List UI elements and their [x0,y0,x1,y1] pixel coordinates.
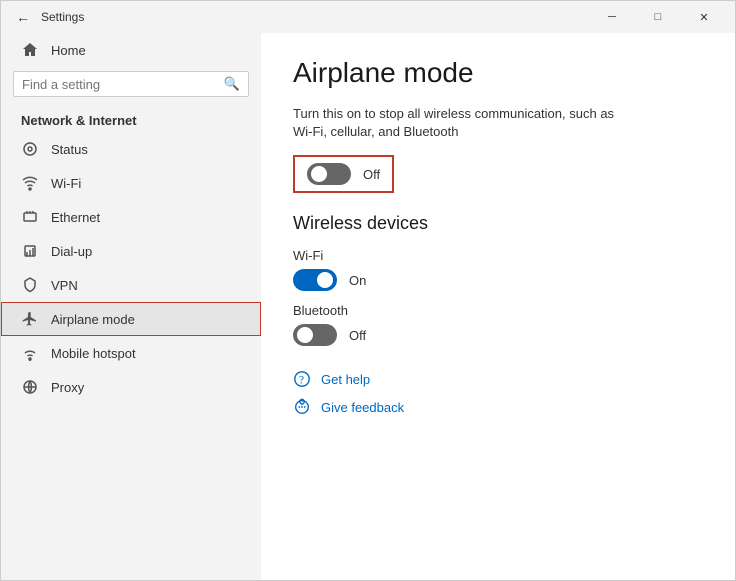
airplane-toggle-label: Off [363,167,380,182]
section-label: Network & Internet [1,105,261,132]
main-area: Home 🔍 Network & Internet Status [1,33,735,580]
bluetooth-device-name: Bluetooth [293,303,703,318]
title-bar: ← Settings ─ □ ✕ [1,1,735,33]
maximize-button[interactable]: □ [635,1,681,33]
help-section: ? Get help [293,370,703,416]
hotspot-icon [21,344,39,362]
give-feedback-icon [293,398,311,416]
status-icon [21,140,39,158]
window-title: Settings [41,10,589,24]
search-icon: 🔍 [224,76,240,92]
vpn-icon [21,276,39,294]
search-input[interactable] [22,77,224,92]
bluetooth-device: Bluetooth Off [293,303,703,346]
bluetooth-toggle-label: Off [349,328,366,343]
wifi-toggle[interactable] [293,269,337,291]
wifi-toggle-row: On [293,269,703,291]
sidebar-item-proxy[interactable]: Proxy [1,370,261,404]
settings-window: ← Settings ─ □ ✕ Home 🔍 [0,0,736,581]
dialup-icon [21,242,39,260]
give-feedback-link[interactable]: Give feedback [293,398,703,416]
get-help-label: Get help [321,372,370,387]
window-controls: ─ □ ✕ [589,1,727,33]
status-label: Status [51,142,88,157]
sidebar-item-wifi[interactable]: Wi-Fi [1,166,261,200]
bluetooth-toggle[interactable] [293,324,337,346]
sidebar-item-status[interactable]: Status [1,132,261,166]
svg-text:?: ? [299,374,304,387]
airplane-toggle-knob [311,166,327,182]
bluetooth-toggle-row: Off [293,324,703,346]
get-help-link[interactable]: ? Get help [293,370,703,388]
close-button[interactable]: ✕ [681,1,727,33]
home-icon [21,41,39,59]
description-text: Turn this on to stop all wireless commun… [293,105,633,141]
ethernet-icon [21,208,39,226]
dialup-label: Dial-up [51,244,92,259]
bluetooth-toggle-knob [297,327,313,343]
proxy-icon [21,378,39,396]
get-help-icon: ? [293,370,311,388]
ethernet-label: Ethernet [51,210,100,225]
sidebar-item-hotspot[interactable]: Mobile hotspot [1,336,261,370]
sidebar-item-airplane[interactable]: Airplane mode [1,302,261,336]
hotspot-label: Mobile hotspot [51,346,136,361]
sidebar-item-home[interactable]: Home [1,33,261,67]
minimize-button[interactable]: ─ [589,1,635,33]
airplane-toggle[interactable] [307,163,351,185]
wireless-section-title: Wireless devices [293,213,703,234]
airplane-nav-icon [21,310,39,328]
wifi-nav-icon [21,174,39,192]
content-area: Airplane mode Turn this on to stop all w… [261,33,735,580]
page-title: Airplane mode [293,57,703,89]
give-feedback-label: Give feedback [321,400,404,415]
wifi-toggle-label: On [349,273,366,288]
sidebar: Home 🔍 Network & Internet Status [1,33,261,580]
back-button[interactable]: ← [9,3,37,31]
wifi-toggle-knob [317,272,333,288]
sidebar-item-dialup[interactable]: Dial-up [1,234,261,268]
proxy-label: Proxy [51,380,84,395]
vpn-label: VPN [51,278,78,293]
airplane-nav-label: Airplane mode [51,312,135,327]
airplane-toggle-container: Off [293,155,394,193]
sidebar-item-ethernet[interactable]: Ethernet [1,200,261,234]
home-label: Home [51,43,86,58]
wifi-nav-label: Wi-Fi [51,176,81,191]
wifi-device: Wi-Fi On [293,248,703,291]
sidebar-item-vpn[interactable]: VPN [1,268,261,302]
wifi-device-name: Wi-Fi [293,248,703,263]
search-box[interactable]: 🔍 [13,71,249,97]
